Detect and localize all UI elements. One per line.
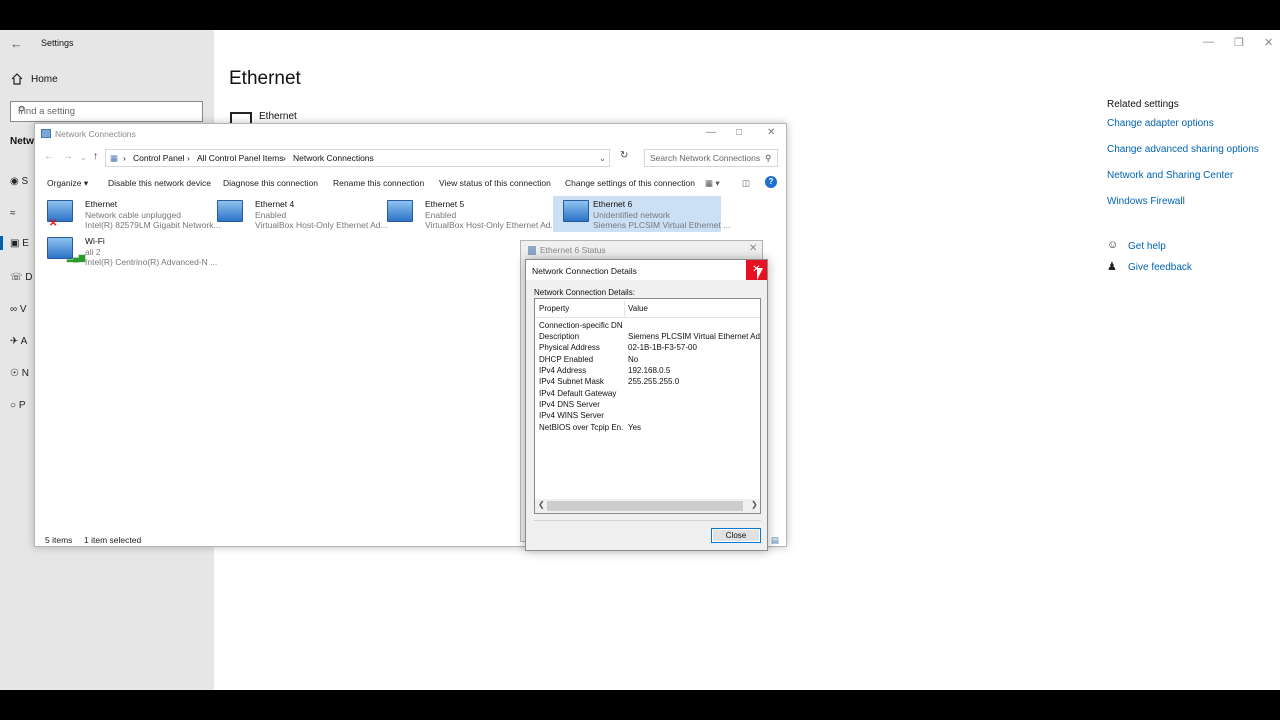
breadcrumb-control-panel[interactable]: Control Panel xyxy=(133,153,185,163)
maximize-icon[interactable]: □ xyxy=(736,127,742,138)
forward-arrow-icon[interactable]: → xyxy=(63,151,73,162)
table-row: IPv4 Subnet Mask xyxy=(539,377,604,386)
search-placeholder: Search Network Connections xyxy=(650,153,761,163)
close-icon[interactable]: ✕ xyxy=(749,243,757,254)
network-adapter-icon xyxy=(563,200,589,222)
hotspot-icon[interactable]: ☉ N xyxy=(10,368,29,379)
scrollbar-thumb[interactable] xyxy=(547,501,743,511)
network-sharing-center-link[interactable]: Network and Sharing Center xyxy=(1107,170,1233,181)
home-icon xyxy=(11,73,23,85)
help-icon[interactable]: ? xyxy=(765,176,777,188)
refresh-icon[interactable]: ↻ xyxy=(620,150,628,161)
ethernet-nav-icon[interactable]: ▣ E xyxy=(10,238,29,249)
network-adapter-icon xyxy=(387,200,413,222)
network-adapter-icon xyxy=(217,200,243,222)
view-options-icon[interactable]: ▦ ▾ xyxy=(705,178,720,189)
get-help-icon: ☺ xyxy=(1107,239,1119,251)
table-row: Physical Address xyxy=(539,343,600,352)
back-arrow-icon[interactable]: ← xyxy=(10,36,23,51)
page-title: Ethernet xyxy=(229,68,301,89)
network-connection-details-dialog: Network Connection Details ✕ Network Con… xyxy=(525,259,768,551)
wifi-icon[interactable]: ≈ xyxy=(10,208,16,219)
list-item-selected[interactable]: Ethernet 6 Unidentified network Siemens … xyxy=(553,196,730,232)
related-settings-heading: Related settings xyxy=(1107,99,1179,110)
dialup-icon[interactable]: ☏ D xyxy=(10,272,33,283)
search-icon: ⚲ xyxy=(18,105,26,116)
wifi-signal-icon: ▂▄▆ xyxy=(67,253,85,262)
list-item[interactable]: Ethernet 5 Enabled VirtualBox Host-Only … xyxy=(377,196,558,232)
unplugged-x-icon: ✕ xyxy=(49,218,58,229)
address-bar[interactable]: ▦ › Control Panel › All Control Panel It… xyxy=(105,149,610,167)
details-label: Network Connection Details: xyxy=(534,288,635,297)
restore-icon[interactable]: ❐ xyxy=(1234,36,1244,49)
scroll-right-icon[interactable]: ❯ xyxy=(751,500,758,509)
table-row: IPv4 WINS Server xyxy=(539,411,604,420)
ethernet-connection-label[interactable]: Ethernet xyxy=(259,111,297,122)
mouse-cursor xyxy=(757,268,763,280)
change-adapter-options-link[interactable]: Change adapter options xyxy=(1107,118,1214,129)
details-list[interactable]: Property Value Connection-specific DN...… xyxy=(534,298,761,514)
ethernet-status-title: Ethernet 6 Status xyxy=(540,245,606,255)
table-row: IPv4 Default Gateway xyxy=(539,389,617,398)
status-selected-count: 1 item selected xyxy=(84,535,142,545)
airplane-icon[interactable]: ✈ A xyxy=(10,336,27,347)
network-connections-icon xyxy=(41,129,51,138)
table-row: DHCP Enabled xyxy=(539,355,594,364)
breadcrumb-all-items[interactable]: All Control Panel Items xyxy=(197,153,283,163)
close-icon[interactable]: ✕ xyxy=(767,127,775,138)
horizontal-scrollbar[interactable]: ❮ ❯ xyxy=(535,499,760,513)
windows-firewall-link[interactable]: Windows Firewall xyxy=(1107,196,1185,207)
view-status-button[interactable]: View status of this connection xyxy=(439,178,551,188)
give-feedback-icon: ♟ xyxy=(1107,261,1117,273)
back-arrow-icon[interactable]: ← xyxy=(44,151,54,162)
home-link[interactable]: Home xyxy=(31,74,58,85)
up-arrow-icon[interactable]: ↑ xyxy=(93,151,98,162)
change-advanced-sharing-link[interactable]: Change advanced sharing options xyxy=(1107,144,1259,155)
vpn-icon[interactable]: ∞ V xyxy=(10,304,27,315)
desktop: ← Settings Home Find a setting ⚲ Netw ◉ … xyxy=(0,30,1280,690)
list-item[interactable]: ▂▄▆ Wi-Fi ali 2 Intel(R) Centrino(R) Adv… xyxy=(37,233,217,269)
preview-pane-icon[interactable]: ◫ xyxy=(742,178,750,189)
give-feedback-link[interactable]: Give feedback xyxy=(1128,262,1192,273)
network-section-label: Netw xyxy=(10,136,34,147)
network-connections-title: Network Connections xyxy=(55,129,136,139)
nav-selection-indicator xyxy=(0,236,3,250)
table-row: Connection-specific DN... xyxy=(539,321,623,330)
status-window-icon xyxy=(528,246,536,255)
control-panel-icon: ▦ xyxy=(110,153,119,163)
get-help-link[interactable]: Get help xyxy=(1128,241,1166,252)
change-settings-button[interactable]: Change settings of this connection xyxy=(565,178,695,188)
chevron-down-icon[interactable]: ⌄ xyxy=(599,153,606,164)
list-item[interactable]: Ethernet 4 Enabled VirtualBox Host-Only … xyxy=(207,196,388,232)
table-row: NetBIOS over Tcpip En... xyxy=(539,423,623,432)
close-button[interactable]: Close xyxy=(711,528,761,543)
diagnose-button[interactable]: Diagnose this connection xyxy=(223,178,318,188)
status-item-count: 5 items xyxy=(45,535,73,545)
search-icon: ⚲ xyxy=(765,153,772,163)
rename-button[interactable]: Rename this connection xyxy=(333,178,424,188)
close-icon[interactable]: ✕ xyxy=(1264,36,1273,49)
dialog-titlebar: Network Connection Details ✕ xyxy=(526,260,767,280)
status-icon[interactable]: ◉ S xyxy=(10,176,28,187)
dialog-title: Network Connection Details xyxy=(532,266,637,276)
details-view-icon[interactable]: ▤ xyxy=(771,535,779,546)
breadcrumb-network-connections[interactable]: Network Connections xyxy=(293,153,374,163)
settings-window-title: Settings xyxy=(41,38,74,48)
table-row: IPv4 DNS Server xyxy=(539,400,600,409)
disable-device-button[interactable]: Disable this network device xyxy=(108,178,211,188)
table-row: IPv4 Address xyxy=(539,366,587,375)
table-row: Description xyxy=(539,332,580,341)
list-item[interactable]: ✕ Ethernet Network cable unplugged Intel… xyxy=(37,196,221,232)
recent-chevron-icon[interactable]: ⌄ xyxy=(80,153,87,162)
minimize-icon[interactable]: — xyxy=(706,127,716,138)
find-setting-input[interactable]: Find a setting ⚲ xyxy=(10,101,203,122)
column-header-value[interactable]: Value xyxy=(628,304,648,313)
minimize-icon[interactable]: — xyxy=(1203,36,1214,48)
search-network-connections-input[interactable]: Search Network Connections ⚲ xyxy=(644,149,778,167)
proxy-icon[interactable]: ○ P xyxy=(10,400,26,411)
scroll-left-icon[interactable]: ❮ xyxy=(538,500,545,509)
organize-button[interactable]: Organize ▾ xyxy=(47,178,88,189)
column-header-property[interactable]: Property xyxy=(539,304,569,313)
